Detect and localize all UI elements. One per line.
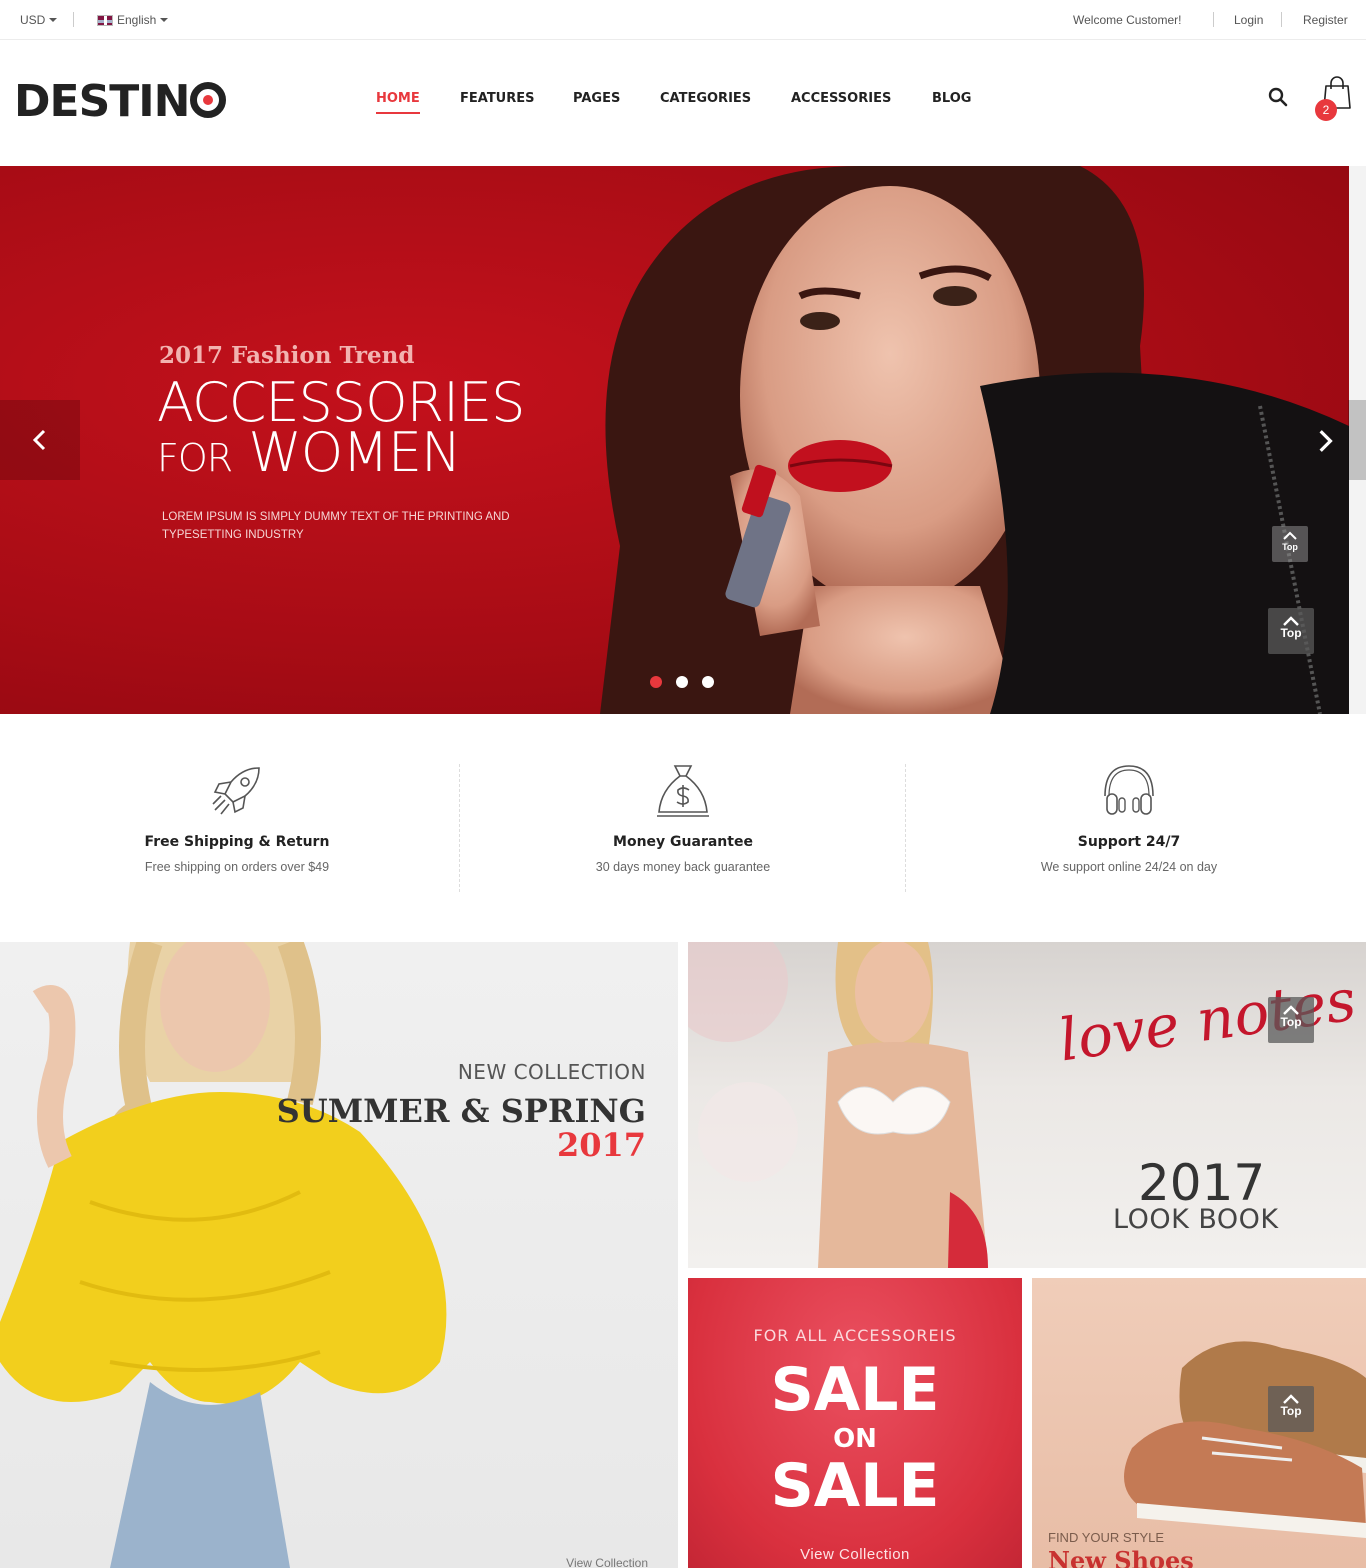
nav-blog[interactable]: BLOG <box>932 91 971 106</box>
login-label: Login <box>1234 13 1264 27</box>
back-to-top-button[interactable]: Top <box>1268 608 1314 654</box>
chevron-left-icon <box>32 429 46 451</box>
view-collection-link[interactable]: View Collection <box>688 1546 1022 1563</box>
view-collection-link[interactable]: View Collection <box>566 1556 648 1568</box>
chevron-up-icon <box>1283 1005 1299 1015</box>
divider <box>459 764 460 892</box>
chevron-right-icon[interactable] <box>1313 428 1337 454</box>
search-icon[interactable] <box>1268 87 1288 107</box>
back-to-top-label: Top <box>1280 1015 1302 1029</box>
banner-model-image <box>688 942 988 1268</box>
slider-pagination <box>650 676 714 688</box>
chevron-down-icon <box>160 18 169 22</box>
headphones-icon <box>1104 765 1154 815</box>
banner-new-shoes[interactable]: FIND YOUR STYLE New Shoes <box>1032 1278 1366 1568</box>
login-link[interactable]: Login <box>1234 13 1263 27</box>
hero-title-for: FOR <box>157 436 233 480</box>
banner-kicker: NEW COLLECTION <box>457 1060 646 1084</box>
hero-slider: 2017 Fashion Trend ACCESSORIES FOR WOMEN… <box>0 166 1349 714</box>
sale-title-line1: SALE <box>770 1355 940 1425</box>
currency-selector[interactable]: USD <box>20 13 58 27</box>
slider-prev-button[interactable] <box>0 400 80 480</box>
feature-desc: 30 days money back guarantee <box>595 860 771 874</box>
banner-year: 2017 <box>556 1126 646 1164</box>
back-to-top-label: Top <box>1282 542 1298 552</box>
feature-title: Money Guarantee <box>613 834 753 850</box>
banner-kicker: FIND YOUR STYLE <box>1048 1530 1165 1545</box>
banner-title: LOOK BOOK <box>1113 1204 1279 1235</box>
banner-sale[interactable]: FOR ALL ACCESSOREIS SALE ON SALE View Co… <box>688 1278 1022 1568</box>
back-to-top-label: Top <box>1280 626 1302 640</box>
uk-flag-icon <box>97 14 113 26</box>
feature-title: Support 24/7 <box>1077 834 1181 850</box>
money-bag-icon <box>657 765 709 817</box>
shoes-image <box>1124 1341 1366 1538</box>
chevron-up-icon <box>1283 531 1297 540</box>
language-selector[interactable]: English <box>97 13 169 27</box>
chevron-up-icon <box>1283 1394 1299 1404</box>
slider-dot-2[interactable] <box>676 676 688 688</box>
sale-title-line3: SALE <box>770 1451 940 1521</box>
currency-label: USD <box>20 13 46 27</box>
slider-dot-1[interactable] <box>650 676 662 688</box>
top-bar: USD English Welcome Customer! Login Regi… <box>0 0 1366 40</box>
back-to-top-button[interactable]: Top <box>1268 997 1314 1043</box>
register-label: Register <box>1303 13 1348 27</box>
language-label: English <box>117 13 157 27</box>
hero-title: ACCESSORIES FOR WOMEN <box>157 376 525 483</box>
nav-categories[interactable]: CATEGORIES <box>660 91 751 106</box>
feature-money-guarantee: Money Guarantee 30 days money back guara… <box>533 760 833 874</box>
banner-summer-collection[interactable]: NEW COLLECTION SUMMER & SPRING 2017 View… <box>0 942 678 1568</box>
back-to-top-label: Top <box>1280 1404 1302 1418</box>
nav-home[interactable]: HOME <box>376 91 420 114</box>
site-logo[interactable]: DESTIN <box>14 80 227 124</box>
slider-right-edge <box>1348 400 1366 480</box>
hero-title-women: WOMEN <box>248 421 461 484</box>
banner-kicker: FOR ALL ACCESSOREIS <box>753 1326 957 1345</box>
feature-desc: We support online 24/24 on day <box>1040 860 1218 874</box>
chevron-up-icon <box>1283 616 1299 626</box>
feature-support: Support 24/7 We support online 24/24 on … <box>979 760 1279 874</box>
rocket-icon <box>212 767 260 815</box>
divider <box>73 12 74 27</box>
feature-desc: Free shipping on orders over $49 <box>144 860 330 874</box>
cart-count-badge: 2 <box>1315 99 1337 121</box>
banner-lookbook[interactable]: love notes 2017 LOOK BOOK <box>688 942 1366 1268</box>
hero-description: LOREM IPSUM IS SIMPLY DUMMY TEXT OF THE … <box>162 511 510 541</box>
chevron-down-icon <box>49 18 58 22</box>
back-to-top-button[interactable]: Top <box>1272 526 1308 562</box>
feature-title: Free Shipping & Return <box>144 834 330 850</box>
hero-title-line2: FOR WOMEN <box>157 426 524 483</box>
back-to-top-button[interactable]: Top <box>1268 1386 1314 1432</box>
banner-title: New Shoes <box>1048 1546 1194 1568</box>
sale-title-on: ON <box>833 1424 877 1454</box>
divider <box>905 764 906 892</box>
feature-free-shipping: Free Shipping & Return Free shipping on … <box>87 760 387 874</box>
hero-model-image <box>600 166 1349 714</box>
divider <box>1213 12 1214 27</box>
nav-pages[interactable]: PAGES <box>573 91 620 106</box>
nav-features[interactable]: FEATURES <box>460 91 535 106</box>
slider-dot-3[interactable] <box>702 676 714 688</box>
welcome-label: Welcome Customer! <box>1073 13 1182 27</box>
divider <box>1281 12 1282 27</box>
banner-model-image <box>0 942 447 1568</box>
nav-accessories[interactable]: ACCESSORIES <box>791 91 891 106</box>
hero-subtitle: 2017 Fashion Trend <box>159 342 415 369</box>
welcome-text: Welcome Customer! <box>1073 13 1181 27</box>
banner-title: SUMMER & SPRING <box>276 1092 646 1130</box>
register-link[interactable]: Register <box>1303 13 1348 27</box>
